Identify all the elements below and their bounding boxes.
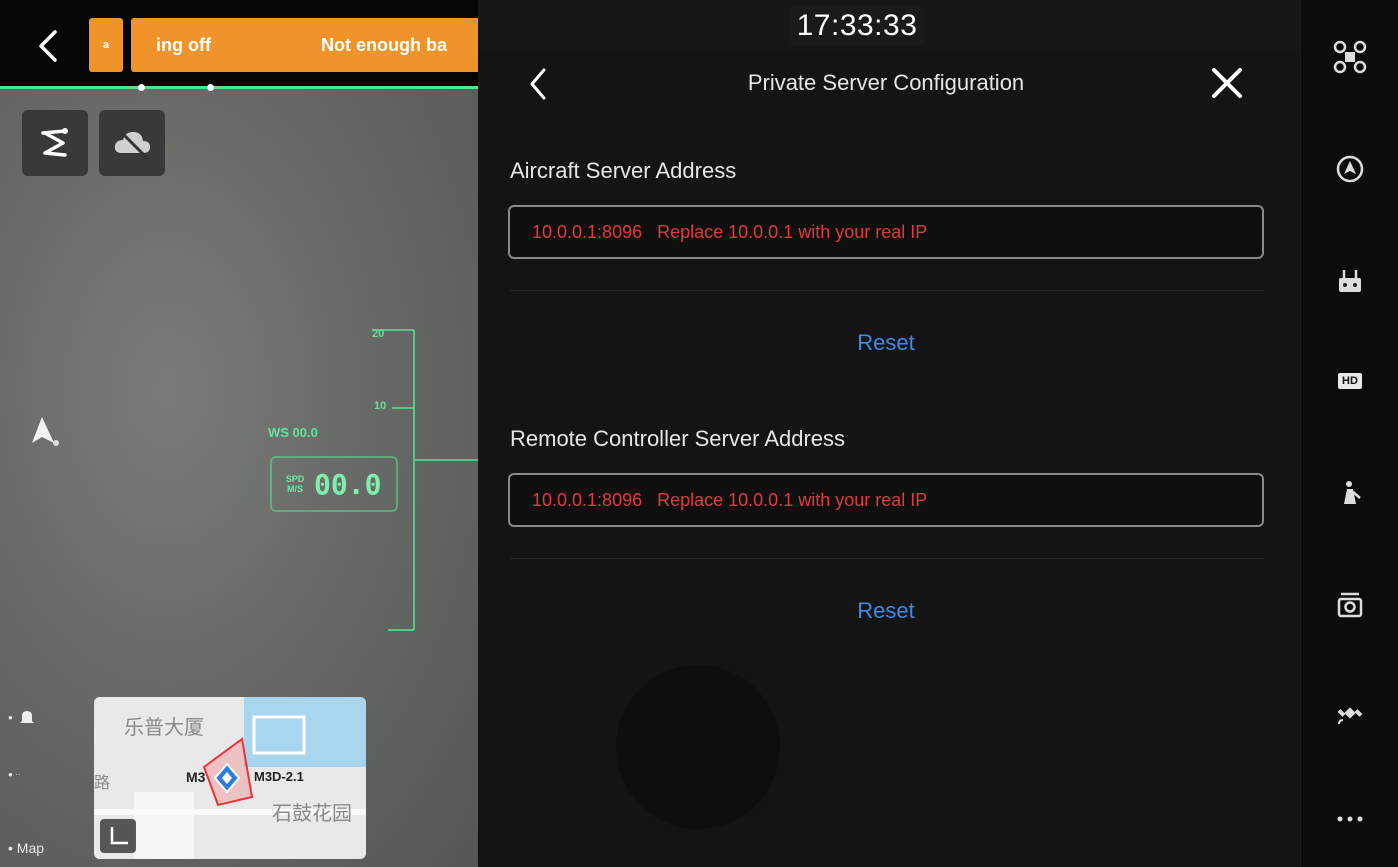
left-rail: ● ● ·· • Map	[8, 700, 88, 860]
map-place-label: 乐普大厦	[124, 715, 204, 739]
speed-value: 00.0	[314, 467, 382, 501]
map-place-label: 石鼓花园	[272, 801, 352, 825]
hud-tick-label: 10	[374, 400, 387, 412]
bell-icon	[19, 711, 34, 723]
speed-readout: SPD M/S 00.0	[270, 456, 398, 512]
alarm-toggle[interactable]: ●	[8, 708, 35, 726]
rc-server-label: Remote Controller Server Address	[510, 426, 846, 451]
remote-controller-button[interactable]	[1323, 254, 1377, 308]
drone-icon	[1333, 40, 1367, 74]
compass-icon	[1336, 155, 1364, 183]
rc-reset-button[interactable]: Reset	[478, 598, 1294, 624]
more-icon	[1337, 816, 1363, 822]
divider	[510, 558, 1264, 559]
more-button[interactable]	[1323, 792, 1377, 846]
gimbal-icon	[1344, 481, 1361, 504]
mini-map[interactable]: 乐普大厦 石鼓花园 路 M3 M3D-2.1	[94, 697, 366, 859]
satellite-button[interactable]	[1323, 686, 1377, 740]
aircraft-marker-label: M3	[186, 769, 206, 785]
more-toggle[interactable]: ● ··	[8, 770, 20, 779]
joystick-overlay	[616, 665, 780, 829]
divider	[510, 290, 1264, 291]
camera-icon	[1337, 592, 1363, 618]
satellite-icon	[1337, 707, 1363, 725]
compass-button[interactable]	[1323, 142, 1377, 196]
rc-server-input[interactable]	[508, 473, 1264, 527]
aircraft-reset-button[interactable]: Reset	[478, 330, 1294, 356]
speed-unit: SPD M/S	[285, 474, 305, 494]
corner-icon	[110, 827, 128, 845]
aircraft-server-label: Aircraft Server Address	[510, 158, 737, 183]
map-toggle[interactable]: • Map	[8, 840, 44, 856]
aircraft-position-icon	[214, 763, 240, 793]
hd-icon: HD	[1338, 373, 1362, 389]
private-server-panel: Private Server Configuration Aircraft Se…	[478, 50, 1300, 867]
aircraft-id-label: M3D-2.1	[254, 769, 304, 784]
aircraft-server-input[interactable]	[508, 205, 1264, 259]
wind-speed-label: WS 00.0	[268, 425, 318, 440]
remote-controller-icon	[1339, 270, 1361, 292]
camera-view: a ing off Not enough ba 20 10 WS 00.0 SP…	[0, 0, 478, 867]
close-button[interactable]	[1204, 60, 1250, 106]
clock: 17:33:33	[790, 6, 924, 46]
map-expand-button[interactable]	[100, 819, 136, 853]
right-sidebar: HD	[1300, 0, 1398, 867]
hud-tick-label: 20	[372, 328, 385, 340]
map-place-label: 路	[94, 773, 111, 792]
gimbal-button[interactable]	[1323, 466, 1377, 520]
close-icon	[1212, 68, 1242, 98]
panel-title: Private Server Configuration	[747, 70, 1025, 95]
hd-button[interactable]: HD	[1323, 354, 1377, 408]
camera-button[interactable]	[1323, 578, 1377, 632]
drone-button[interactable]	[1323, 30, 1377, 84]
